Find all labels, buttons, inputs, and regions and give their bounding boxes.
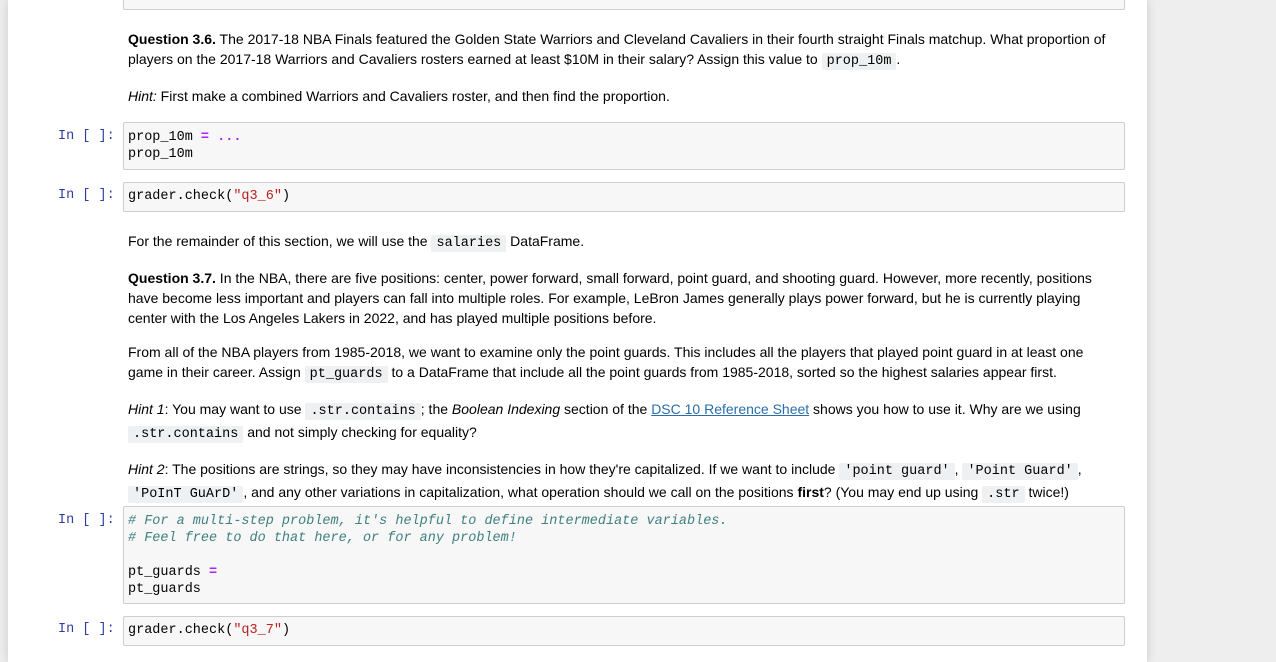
hint-text: ; the <box>420 401 452 417</box>
hint-text: twice!) <box>1024 484 1069 500</box>
hint-label: Hint 2 <box>128 461 165 477</box>
hint-label: Hint 1 <box>128 401 165 417</box>
code-comment: # Feel free to do that here, or for any … <box>128 531 517 546</box>
code-input[interactable]: prop_10m = ... prop_10m <box>123 122 1125 170</box>
inline-code: 'Point Guard' <box>962 463 1078 480</box>
question-title: Question 3.7. <box>128 270 216 286</box>
code-token: prop_10m <box>128 130 201 145</box>
question-text: In the NBA, there are five positions: ce… <box>128 270 1092 326</box>
notebook-container: Question 3.6. The 2017-18 NBA Finals fea… <box>8 0 1147 662</box>
inline-code: .str.contains <box>305 403 421 420</box>
reference-sheet-link[interactable]: DSC 10 Reference Sheet <box>651 401 809 417</box>
hint-text: : You may want to use <box>164 401 306 417</box>
code-token: grader.check( <box>128 623 234 638</box>
hint-text: , and any other variations in capitaliza… <box>243 484 798 500</box>
cell-prompt: In [ ]: <box>58 513 115 528</box>
note-text: DataFrame. <box>506 233 585 249</box>
hint-label: Hint: <box>128 88 157 104</box>
hint-text: ? (You may end up using <box>823 484 983 500</box>
question-text-end: . <box>896 51 901 67</box>
inline-code: .str.contains <box>128 426 244 443</box>
code-input[interactable]: grader.check("q3_7") <box>123 616 1125 646</box>
markdown-cell-q3-6: Question 3.6. The 2017-18 NBA Finals fea… <box>128 29 1118 106</box>
code-operator: = <box>209 565 218 580</box>
markdown-cell-q3-7: For the remainder of this section, we wi… <box>128 231 1118 505</box>
code-input[interactable]: # For a multi-step problem, it's helpful… <box>123 506 1125 604</box>
code-token: ) <box>281 623 291 638</box>
code-ellipsis: ... <box>209 130 242 145</box>
inline-code: 'PoInT GuArD' <box>128 486 244 503</box>
cell-prompt: In [ ]: <box>58 188 115 203</box>
code-token: grader.check( <box>128 189 234 204</box>
code-input[interactable]: grader.check("q3_6") <box>123 182 1125 212</box>
hint-text: : The positions are strings, so they may… <box>164 461 840 477</box>
hint-text: , <box>1077 461 1082 477</box>
code-string: "q3_6" <box>233 189 282 204</box>
question-text: to a DataFrame that include all the poin… <box>387 364 1057 380</box>
hint-text: shows you how to use it. Why are we usin… <box>809 401 1081 417</box>
inline-code: pt_guards <box>304 366 388 383</box>
inline-code: salaries <box>431 235 507 252</box>
inline-code: .str <box>982 486 1025 503</box>
question-text: The 2017-18 NBA Finals featured the Gold… <box>128 31 1106 67</box>
code-operator: = <box>200 130 210 145</box>
cell-prompt: In [ ]: <box>58 129 115 144</box>
hint-text: First make a combined Warriors and Caval… <box>156 88 670 104</box>
hint-emphasis: Boolean Indexing <box>451 401 561 417</box>
hint-text: section of the <box>560 401 652 417</box>
hint-text: and not simply checking for equality? <box>243 424 477 440</box>
code-input-partial[interactable] <box>123 0 1125 10</box>
note-text: For the remainder of this section, we wi… <box>128 233 432 249</box>
code-token: ) <box>281 189 291 204</box>
code-token: pt_guards <box>128 582 201 597</box>
code-comment: # For a multi-step problem, it's helpful… <box>128 514 728 529</box>
code-string: "q3_7" <box>233 623 282 638</box>
question-title: Question 3.6. <box>128 31 216 47</box>
inline-code: 'point guard' <box>839 463 955 480</box>
code-token: pt_guards <box>128 565 210 580</box>
hint-bold: first <box>797 484 824 500</box>
cell-prompt: In [ ]: <box>58 622 115 637</box>
inline-code: prop_10m <box>821 53 897 70</box>
code-token: prop_10m <box>128 147 193 162</box>
